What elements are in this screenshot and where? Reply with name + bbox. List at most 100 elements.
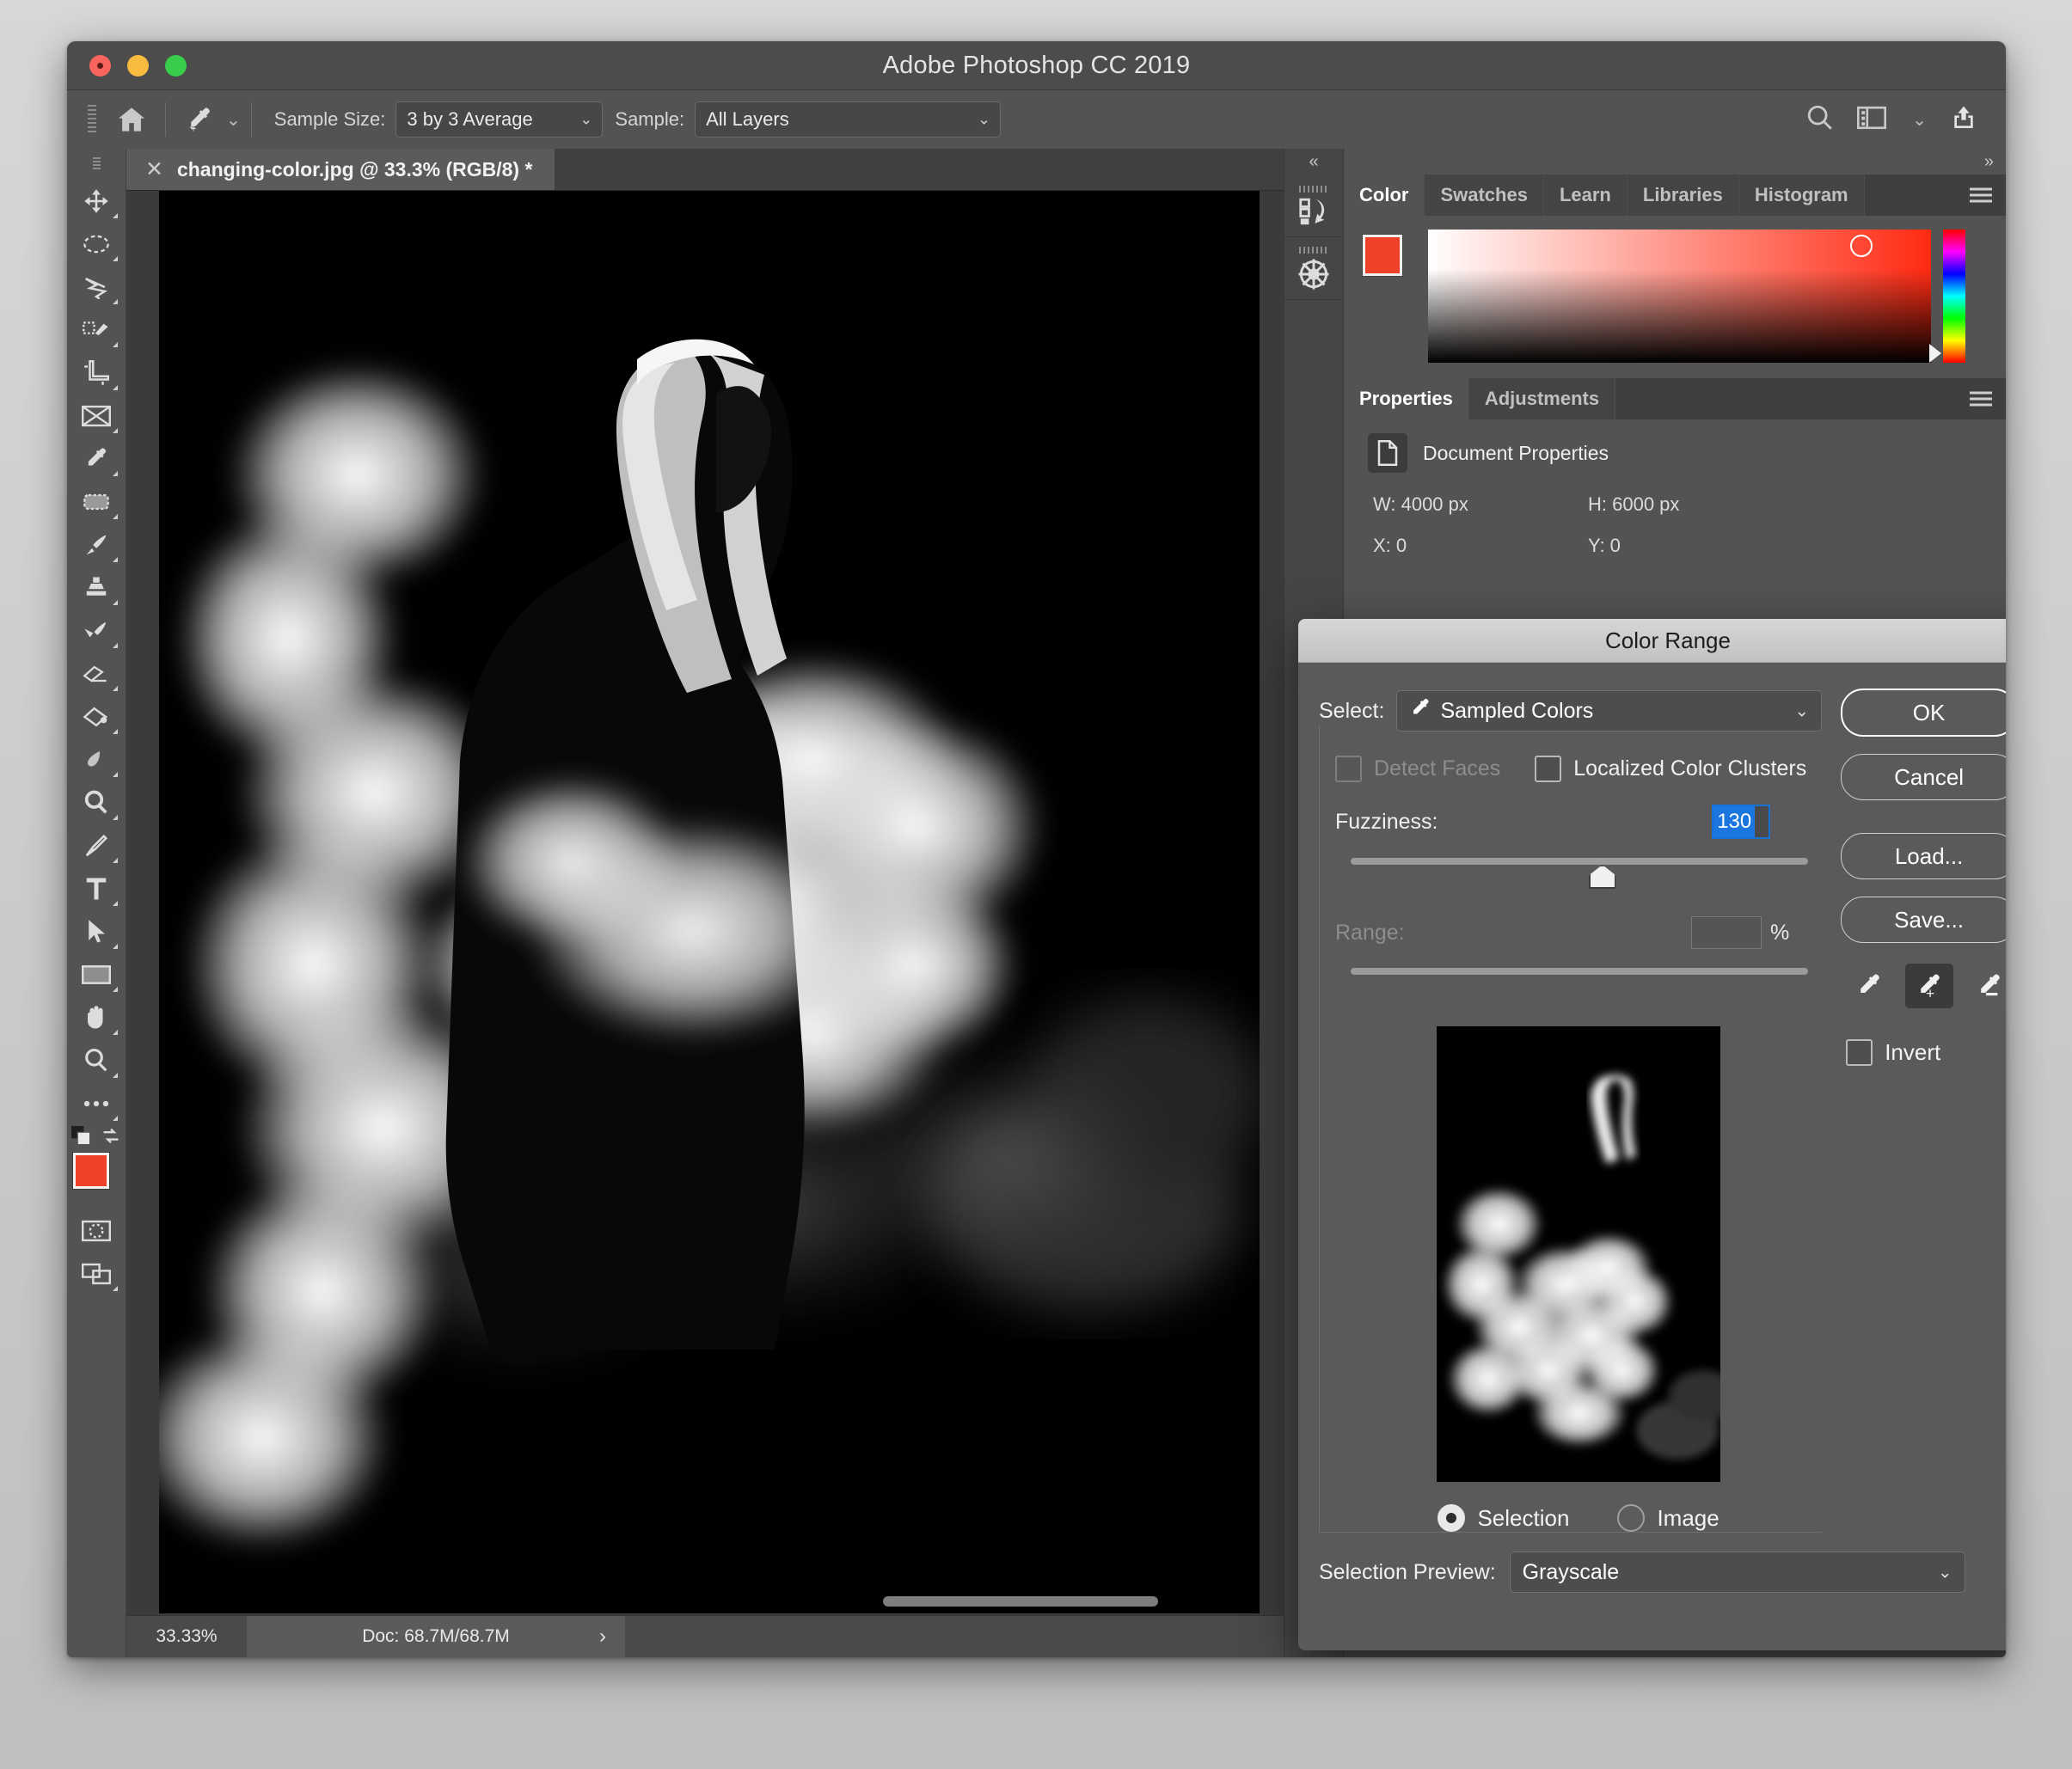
selection-preview-dropdown[interactable]: Grayscale ⌄	[1509, 1552, 1965, 1593]
sidebar-item-eraser-tool[interactable]	[71, 652, 121, 695]
adjustments-wheel-icon[interactable]	[1284, 237, 1343, 300]
foreground-background-color[interactable]	[73, 1153, 125, 1204]
radio-selection[interactable]: Selection	[1438, 1504, 1569, 1532]
select-label: Select:	[1319, 698, 1385, 723]
panel-expand-icon[interactable]: »	[1344, 149, 2006, 174]
sidebar-item-quick-selection-tool[interactable]	[71, 309, 121, 352]
sidebar-item-pen-tool[interactable]	[71, 824, 121, 867]
maximize-window-button[interactable]	[165, 54, 187, 77]
properties-panel-menu-icon[interactable]	[1970, 389, 1992, 410]
invert-checkbox[interactable]: Invert	[1841, 1039, 2006, 1066]
history-panel-icon[interactable]	[1284, 174, 1343, 237]
horizontal-scrollbar[interactable]	[883, 1596, 1158, 1607]
fuzziness-slider[interactable]	[1351, 858, 1809, 889]
localized-color-clusters-checkbox[interactable]: Localized Color Clusters	[1535, 756, 1806, 782]
tab-adjustments[interactable]: Adjustments	[1468, 378, 1616, 419]
search-icon[interactable]	[1805, 103, 1835, 137]
invert-box[interactable]	[1846, 1039, 1873, 1066]
hue-slider[interactable]	[1929, 230, 1965, 363]
sidebar-item-brush-tool[interactable]	[71, 523, 121, 566]
load-button[interactable]: Load...	[1841, 833, 2006, 879]
eyedropper-add-icon[interactable]: +	[1904, 964, 1953, 1008]
workspace-chevron-down-icon[interactable]: ⌄	[1912, 109, 1927, 131]
close-icon[interactable]: ✕	[145, 158, 163, 181]
sidebar-item-path-selection-tool[interactable]	[71, 910, 121, 953]
tab-color[interactable]: Color	[1344, 174, 1425, 216]
sidebar-item-history-brush-tool[interactable]	[71, 609, 121, 652]
options-bar-grip[interactable]	[88, 105, 96, 134]
tab-libraries[interactable]: Libraries	[1627, 174, 1739, 216]
sidebar-item-lasso-tool[interactable]	[71, 266, 121, 309]
radio-image[interactable]: Image	[1617, 1504, 1720, 1532]
select-dropdown[interactable]: Sampled Colors ⌄	[1396, 690, 1823, 731]
screen-mode-icon[interactable]	[71, 1252, 121, 1295]
workspace-icon[interactable]	[1857, 106, 1887, 134]
sample-size-label: Sample Size:	[273, 108, 386, 130]
canvas-viewport[interactable]	[126, 191, 1284, 1615]
save-button[interactable]: Save...	[1841, 897, 2006, 943]
eyedropper-icon[interactable]	[1845, 964, 1893, 1008]
window-controls[interactable]	[89, 54, 187, 77]
color-field-picker[interactable]	[1850, 235, 1873, 257]
sidebar-item-zoom-tool[interactable]	[71, 1039, 121, 1082]
tab-swatches[interactable]: Swatches	[1425, 174, 1544, 216]
radio-selection-button[interactable]	[1438, 1504, 1466, 1532]
sidebar-item-blur-tool[interactable]	[71, 738, 121, 781]
tools-panel-grip[interactable]	[92, 157, 101, 171]
hue-slider-thumb[interactable]	[1929, 344, 1941, 363]
fuzziness-slider-thumb[interactable]	[1588, 865, 1616, 889]
minimize-window-button[interactable]	[127, 54, 149, 77]
sidebar-item-crop-tool[interactable]	[71, 352, 121, 395]
cancel-button[interactable]: Cancel	[1841, 754, 2006, 800]
sidebar-item-gradient-tool[interactable]	[71, 695, 121, 738]
zoom-level[interactable]: 33.33%	[126, 1626, 247, 1647]
collapse-panels-icon[interactable]: «	[1284, 149, 1343, 174]
tab-learn[interactable]: Learn	[1543, 174, 1628, 216]
sidebar-item-edit-toolbar-button[interactable]	[71, 1082, 121, 1125]
eyedropper-subtract-icon[interactable]	[1965, 964, 2006, 1008]
sidebar-item-type-tool[interactable]	[71, 867, 121, 910]
options-bar-right-icons: ⌄	[1805, 103, 1978, 137]
tool-preset-chevron-down-icon[interactable]: ⌄	[226, 109, 241, 131]
color-panel-swatches[interactable]	[1363, 235, 1418, 291]
document-size-label: Doc: 68.7M/68.7M	[362, 1626, 510, 1646]
rail-grip[interactable]	[1299, 185, 1328, 193]
fuzziness-slider-track[interactable]	[1351, 858, 1809, 865]
color-field[interactable]	[1428, 230, 1931, 363]
sidebar-item-frame-tool[interactable]	[71, 395, 121, 438]
sidebar-item-dodge-tool[interactable]	[71, 781, 121, 824]
canvas-image[interactable]	[159, 191, 1260, 1613]
sidebar-item-elliptical-marquee-tool[interactable]	[71, 223, 121, 266]
document-tab[interactable]: ✕ changing-color.jpg @ 33.3% (RGB/8) *	[126, 149, 555, 190]
sample-select[interactable]: All Layers ⌄	[695, 101, 1002, 138]
rail-grip-2[interactable]	[1299, 246, 1328, 254]
close-window-button[interactable]	[89, 54, 111, 77]
document-height: H: 6000 px	[1588, 493, 1680, 515]
sample-size-select[interactable]: 3 by 3 Average ⌄	[395, 101, 604, 138]
foreground-color-swatch[interactable]	[73, 1153, 109, 1189]
sidebar-item-clone-stamp-tool[interactable]	[71, 566, 121, 609]
color-range-right-column: OK Cancel Load... Save... + Invert	[1822, 682, 2006, 1533]
swap-colors-icon[interactable]	[101, 1127, 121, 1150]
default-colors-icon[interactable]	[71, 1125, 92, 1151]
status-expand-arrow-icon[interactable]: ›	[599, 1625, 606, 1649]
eyedropper-add-icon[interactable]: +	[176, 98, 223, 141]
share-icon[interactable]	[1949, 104, 1978, 136]
document-size-status[interactable]: Doc: 68.7M/68.7M ›	[247, 1616, 625, 1657]
sidebar-item-eyedropper-tool[interactable]	[71, 438, 121, 481]
sidebar-item-hand-tool[interactable]	[71, 996, 121, 1039]
home-icon[interactable]	[108, 98, 155, 141]
sidebar-item-move-tool[interactable]	[71, 180, 121, 223]
quick-mask-icon[interactable]	[71, 1209, 121, 1252]
panel-menu-icon[interactable]	[1970, 185, 1992, 206]
localized-color-clusters-box[interactable]	[1535, 756, 1562, 782]
foreground-color-swatch-panel[interactable]	[1363, 235, 1402, 276]
sidebar-item-rectangle-tool[interactable]	[71, 953, 121, 996]
tab-histogram[interactable]: Histogram	[1738, 174, 1865, 216]
selection-preview-thumbnail[interactable]	[1437, 1026, 1721, 1482]
sidebar-item-spot-healing-brush-tool[interactable]	[71, 481, 121, 523]
ok-button[interactable]: OK	[1841, 689, 2006, 737]
radio-image-button[interactable]	[1617, 1504, 1646, 1532]
tab-properties[interactable]: Properties	[1344, 378, 1469, 419]
fuzziness-input[interactable]: 130	[1712, 805, 1771, 839]
